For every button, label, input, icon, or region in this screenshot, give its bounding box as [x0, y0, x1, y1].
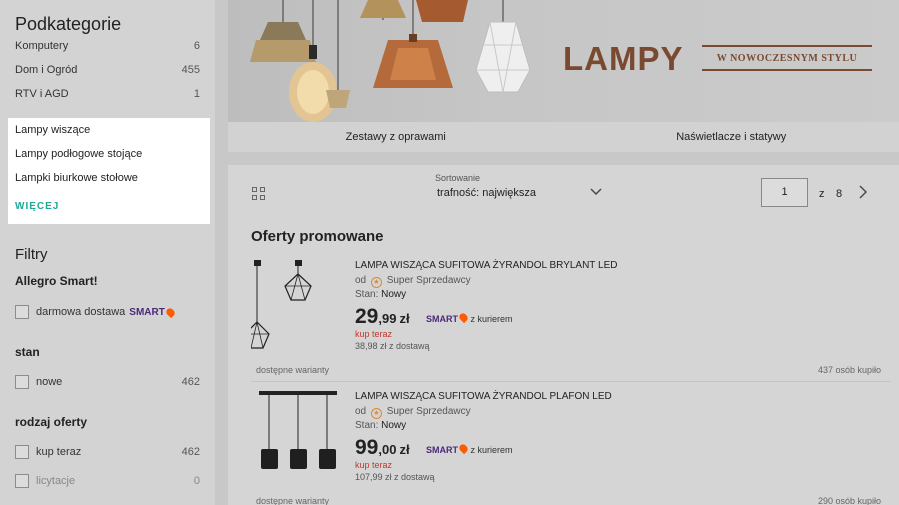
smart-pin-icon: [457, 442, 470, 455]
filter-count: 0: [193, 475, 200, 487]
pendant-lamps-image: [250, 0, 531, 122]
category-label: Komputery: [15, 40, 69, 52]
filters-title: Filtry: [15, 246, 48, 263]
page-number-input[interactable]: 1: [761, 178, 808, 207]
smart-pin-icon: [164, 306, 177, 318]
filter-label: darmowa dostawa: [36, 306, 126, 318]
offer-seller: od ★ Super Sprzedawcy: [355, 275, 471, 288]
page-of-label: z: [819, 188, 825, 200]
price-with-delivery: 38,98 zł z dostawą: [355, 341, 430, 351]
condition-label: Stan:: [355, 289, 379, 300]
category-label: RTV i AGD: [15, 88, 69, 100]
filter-free-delivery[interactable]: darmowa dostawa SMART: [15, 304, 200, 320]
filter-section-offer-type: rodzaj oferty: [15, 415, 88, 429]
price-currency: zł: [399, 442, 410, 457]
price-main: 29: [355, 305, 379, 328]
banner-tagline: W NOWOCZESNYM STYLU: [702, 45, 872, 71]
offer-title[interactable]: LAMPA WISZĄCA SUFITOWA ŻYRANDOL PLAFON L…: [355, 391, 612, 402]
category-item-dom-i-ogrod[interactable]: Dom i Ogród 455: [15, 64, 200, 76]
super-seller-icon: ★: [370, 277, 382, 288]
chevron-right-icon[interactable]: [857, 185, 869, 199]
price-with-delivery: 107,99 zł z dostawą: [355, 472, 435, 482]
offer-price: 29,99 zł: [355, 305, 410, 329]
subcategories-title: Podkategorie: [15, 14, 122, 34]
filter-count: 462: [181, 376, 200, 388]
bought-count: 437 osób kupiło: [817, 365, 881, 375]
filter-label: licytacje: [36, 475, 76, 487]
smart-shipping: SMART z kurierem: [426, 442, 513, 455]
smart-shipping: SMART z kurierem: [426, 311, 513, 324]
category-item-rtv-i-agd[interactable]: RTV i AGD 1: [15, 88, 200, 100]
category-count: 1: [193, 88, 200, 100]
filter-stan-nowe[interactable]: nowe 462: [15, 374, 200, 390]
smart-badge: SMART: [426, 445, 458, 455]
category-tabs: Zestawy z oprawami Naświetlacze i statyw…: [228, 122, 899, 152]
filter-section-stan: stan: [15, 345, 40, 359]
offer-title[interactable]: LAMPA WISZĄCA SUFITOWA ŻYRANDOL BRYLANT …: [355, 260, 617, 271]
filter-kup-teraz[interactable]: kup teraz 462: [15, 444, 200, 460]
seller-name: Super Sprzedawcy: [386, 275, 471, 286]
price-cents: ,00: [378, 442, 397, 457]
offer-condition: Stan: Nowy: [355, 289, 406, 300]
buy-now-label: kup teraz: [355, 460, 393, 470]
offer-thumbnail[interactable]: [251, 260, 351, 360]
subcategory-lampy-wiszace[interactable]: Lampy wiszące: [15, 124, 90, 136]
category-count: 455: [181, 64, 200, 76]
checkbox[interactable]: [15, 474, 29, 488]
shipping-label: z kurierem: [470, 445, 513, 455]
offer-divider: [251, 381, 891, 382]
offer-seller: od ★ Super Sprzedawcy: [355, 406, 471, 419]
seller-name: Super Sprzedawcy: [386, 406, 471, 417]
category-banner[interactable]: LAMPY W NOWOCZESNYM STYLU: [228, 0, 899, 122]
sort-label: Sortowanie: [435, 173, 481, 183]
price-main: 99: [355, 436, 379, 459]
offer-condition: Stan: Nowy: [355, 420, 406, 431]
offer-thumbnail[interactable]: [251, 391, 351, 491]
shipping-label: z kurierem: [470, 314, 513, 324]
grid-view-icon[interactable]: [252, 187, 266, 201]
smart-badge: SMART: [129, 306, 165, 318]
checkbox[interactable]: [15, 445, 29, 459]
listing-panel: Sortowanie trafność: największa 1 z 8 Of…: [228, 165, 899, 505]
checkbox[interactable]: [15, 375, 29, 389]
category-count: 6: [193, 40, 200, 52]
sort-select[interactable]: trafność: największa: [437, 187, 536, 199]
subcategory-panel: Lampy wiszące Lampy podłogowe stojące La…: [8, 118, 210, 224]
checkbox[interactable]: [15, 305, 29, 319]
variants-available: dostępne warianty: [256, 496, 330, 505]
smart-badge: SMART: [426, 314, 458, 324]
filter-label: nowe: [36, 376, 63, 388]
condition-label: Stan:: [355, 420, 379, 431]
more-link[interactable]: WIĘCEJ: [15, 201, 59, 212]
subcategory-lampy-podlogowe[interactable]: Lampy podłogowe stojące: [15, 148, 142, 160]
variants-available: dostępne warianty: [256, 365, 330, 375]
chevron-down-icon[interactable]: [590, 185, 602, 197]
smart-pin-icon: [457, 311, 470, 324]
subcategory-lampki-biurkowe[interactable]: Lampki biurkowe stołowe: [15, 172, 138, 184]
category-label: Dom i Ogród: [15, 64, 78, 76]
offer-price: 99,00 zł: [355, 436, 410, 460]
banner-brand: LAMPY: [563, 40, 684, 77]
promoted-offers-title: Oferty promowane: [251, 228, 384, 245]
super-seller-icon: ★: [370, 408, 382, 419]
filter-licytacje[interactable]: licytacje 0: [15, 473, 200, 489]
filter-section-smart: Allegro Smart!: [15, 274, 98, 288]
bought-count: 290 osób kupiło: [817, 496, 881, 505]
tab-zestawy-z-oprawami[interactable]: Zestawy z oprawami: [228, 122, 564, 152]
price-currency: zł: [399, 311, 410, 326]
sidebar: Podkategorie Komputery 6 Dom i Ogród 455…: [0, 0, 215, 505]
filter-count: 462: [181, 446, 200, 458]
page-total: 8: [836, 188, 843, 200]
price-cents: ,99: [378, 311, 397, 326]
category-item-komputery[interactable]: Komputery 6: [15, 40, 200, 52]
seller-prefix: od: [355, 406, 367, 417]
condition-value: Nowy: [381, 420, 407, 431]
filter-label: kup teraz: [36, 446, 82, 458]
seller-prefix: od: [355, 275, 367, 286]
tab-naswietlacze-i-statywy[interactable]: Naświetlacze i statywy: [564, 122, 899, 152]
condition-value: Nowy: [381, 289, 407, 300]
buy-now-label: kup teraz: [355, 329, 393, 339]
